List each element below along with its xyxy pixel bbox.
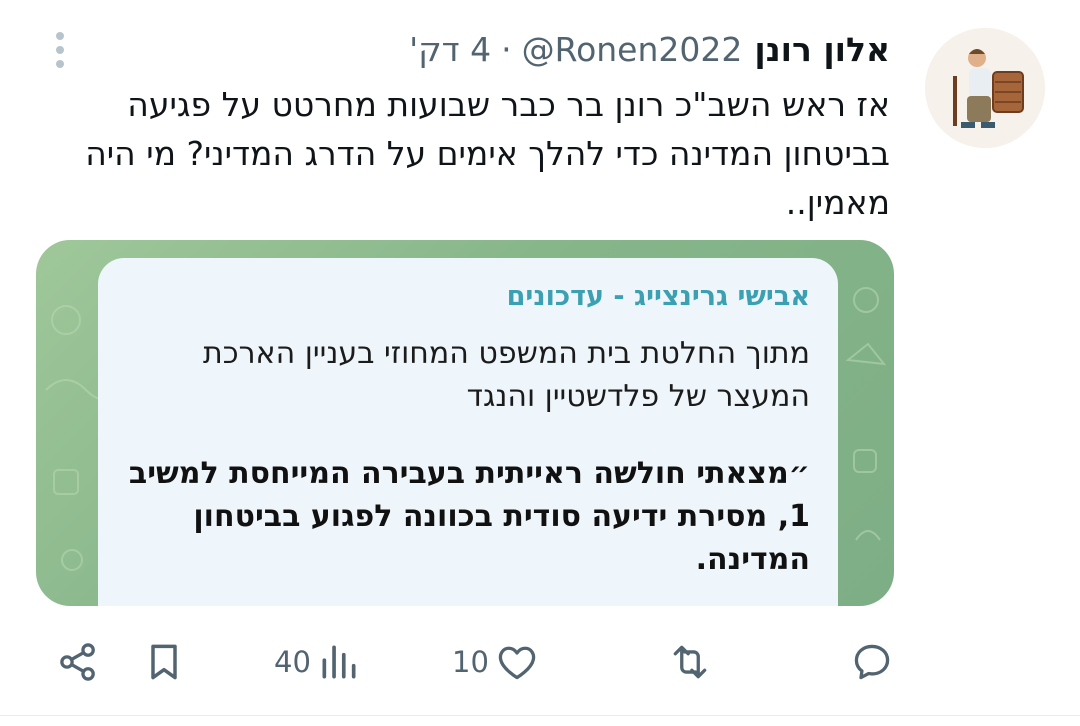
tweet[interactable]: אלון רונן @Ronen2022 · 4 דק' אז ראש השב"… bbox=[0, 0, 1080, 726]
views-button[interactable]: 40 bbox=[274, 630, 361, 694]
more-dot bbox=[56, 46, 64, 54]
reply-button[interactable] bbox=[850, 630, 900, 694]
bookmark-icon bbox=[151, 644, 177, 680]
tweet-header: אלון רונן @Ronen2022 · 4 דק' bbox=[409, 28, 890, 72]
display-name[interactable]: אלון רונן bbox=[754, 28, 890, 72]
more-options-icon[interactable] bbox=[44, 30, 76, 70]
more-dot bbox=[56, 32, 64, 40]
divider bbox=[0, 715, 1080, 716]
message-quote: ״מצאתי חולשה ראייתית בעבירה המייחסת למשי… bbox=[128, 456, 810, 577]
message-paragraph: מתוך החלטת בית המשפט המחוזי בעניין הארכת… bbox=[203, 336, 810, 414]
media-attachment[interactable]: אבישי גרינצייג - עדכונים מתוך החלטת בית … bbox=[36, 240, 894, 606]
reply-icon bbox=[854, 644, 890, 680]
tweet-text: אז ראש השב"כ רונן בר כבר שבועות מחרטט על… bbox=[85, 85, 890, 222]
share-icon bbox=[60, 643, 95, 681]
heart-icon bbox=[498, 646, 536, 680]
more-dot bbox=[56, 60, 64, 68]
retweet-button[interactable] bbox=[666, 630, 720, 694]
like-button[interactable]: 10 bbox=[452, 630, 539, 694]
telegram-message-bubble: אבישי גרינצייג - עדכונים מתוך החלטת בית … bbox=[98, 258, 838, 606]
like-count: 10 bbox=[452, 645, 489, 679]
views-icon bbox=[322, 645, 356, 679]
header-separator: · bbox=[501, 30, 512, 69]
share-button[interactable] bbox=[56, 630, 106, 694]
avatar[interactable] bbox=[925, 28, 1045, 148]
message-author: אבישי גרינצייג - עדכונים bbox=[506, 281, 810, 312]
timestamp[interactable]: 4 דק' bbox=[409, 28, 491, 72]
avatar-image bbox=[925, 28, 1045, 148]
action-bar: 10 40 bbox=[0, 630, 1080, 700]
user-handle[interactable]: @Ronen2022 bbox=[522, 28, 743, 72]
bookmark-button[interactable] bbox=[142, 630, 192, 694]
retweet-icon bbox=[673, 645, 707, 679]
views-count: 40 bbox=[274, 645, 311, 679]
